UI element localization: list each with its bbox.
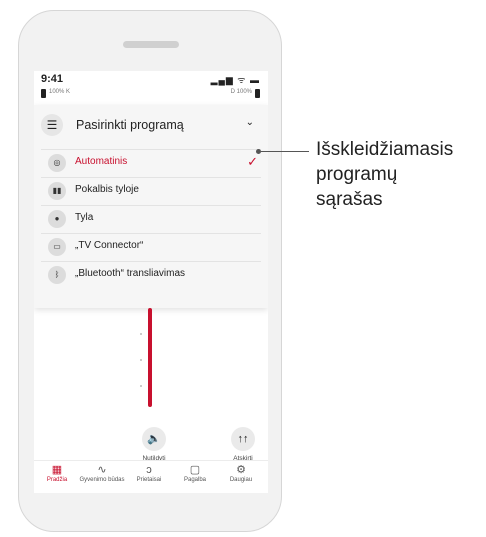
- checkmark-icon: ✓: [247, 154, 258, 169]
- bottom-nav: ▦ Pradžia ∿ Gyvenimo būdas ɔ Prietaisai …: [34, 460, 268, 493]
- nav-item-help[interactable]: ▢ Pagalba: [172, 463, 218, 483]
- callout-label: Išskleidžiamasis programų sąrašas: [316, 137, 486, 212]
- nav-item-home[interactable]: ▦ Pradžia: [34, 463, 80, 483]
- list-icon: ☰: [41, 114, 63, 136]
- program-item-label: „TV Connector“: [75, 240, 144, 251]
- volume-tick: [140, 333, 142, 335]
- program-item-automatic[interactable]: ◎ Automatinis ✓: [41, 149, 261, 176]
- volume-tick: [140, 385, 142, 387]
- nav-label: Gyvenimo būdas: [79, 477, 125, 483]
- status-time: 9:41: [41, 73, 64, 85]
- left-battery-label: 100% K: [49, 89, 71, 95]
- volume-bar[interactable]: [148, 308, 152, 407]
- grid-icon: ▦: [51, 464, 63, 476]
- right-battery-label: D 100%: [230, 89, 252, 95]
- program-item-tv-connector[interactable]: ▭ „TV Connector“: [41, 233, 261, 260]
- right-battery-icon: [255, 89, 260, 98]
- quiet-icon: ●: [48, 210, 66, 228]
- callout-pointer-line: [261, 151, 309, 152]
- phone-speaker: [123, 41, 179, 48]
- split-button[interactable]: ↑↑: [231, 427, 255, 451]
- nav-item-more[interactable]: ⚙ Daugiau: [218, 463, 264, 483]
- mute-button[interactable]: 🔈: [142, 427, 166, 451]
- phone-frame: 9:41 ▂▄▆ ᯤ ▬ 100% K D 100% ☰ Pasirinkti …: [18, 10, 282, 532]
- program-dropdown-title: Pasirinkti programą: [76, 118, 184, 132]
- nav-label: Pradžia: [46, 477, 68, 483]
- nav-label: Prietaisai: [136, 477, 162, 483]
- nav-item-lifestyle[interactable]: ∿ Gyvenimo būdas: [79, 463, 125, 483]
- activity-icon: ∿: [97, 464, 107, 476]
- program-item-label: „Bluetooth“ transliavimas: [75, 268, 186, 279]
- callout-line-2: programų: [316, 164, 398, 185]
- nav-item-devices[interactable]: ɔ Prietaisai: [126, 463, 172, 483]
- callout-line-3: sąrašas: [316, 189, 383, 210]
- program-item-bluetooth[interactable]: ᛒ „Bluetooth“ transliavimas: [41, 261, 261, 288]
- program-dropdown: ☰ Pasirinkti programą ⌄ ◎ Automatinis ✓ …: [34, 105, 268, 308]
- left-battery-icon: [41, 89, 46, 98]
- chevron-down-icon[interactable]: ⌄: [246, 117, 254, 128]
- program-item-conversation[interactable]: ▮▮ Pokalbis tyloje: [41, 177, 261, 204]
- nav-label: Pagalba: [183, 477, 207, 483]
- app-screen: 9:41 ▂▄▆ ᯤ ▬ 100% K D 100% ☰ Pasirinkti …: [34, 71, 268, 493]
- bluetooth-icon: ᛒ: [48, 266, 66, 284]
- status-bar: 9:41 ▂▄▆ ᯤ ▬ 100% K D 100%: [34, 71, 268, 98]
- gear-icon: ⚙: [236, 464, 246, 476]
- tv-icon: ▭: [48, 238, 66, 256]
- conversation-icon: ▮▮: [48, 182, 66, 200]
- program-dropdown-header[interactable]: ☰ Pasirinkti programą ⌄: [34, 105, 268, 145]
- callout-line-1: Išskleidžiamasis: [316, 139, 454, 160]
- program-item-label: Pokalbis tyloje: [75, 184, 139, 195]
- hearing-aid-icon: ɔ: [146, 464, 152, 476]
- program-item-label: Tyla: [75, 212, 94, 223]
- chat-icon: ▢: [189, 464, 201, 476]
- system-status-icons: ▂▄▆ ᯤ ▬: [210, 75, 260, 85]
- nav-label: Daugiau: [229, 477, 253, 483]
- volume-tick: [140, 359, 142, 361]
- program-item-quiet[interactable]: ● Tyla: [41, 205, 261, 232]
- program-item-label: Automatinis: [75, 156, 128, 167]
- auto-icon: ◎: [48, 154, 66, 172]
